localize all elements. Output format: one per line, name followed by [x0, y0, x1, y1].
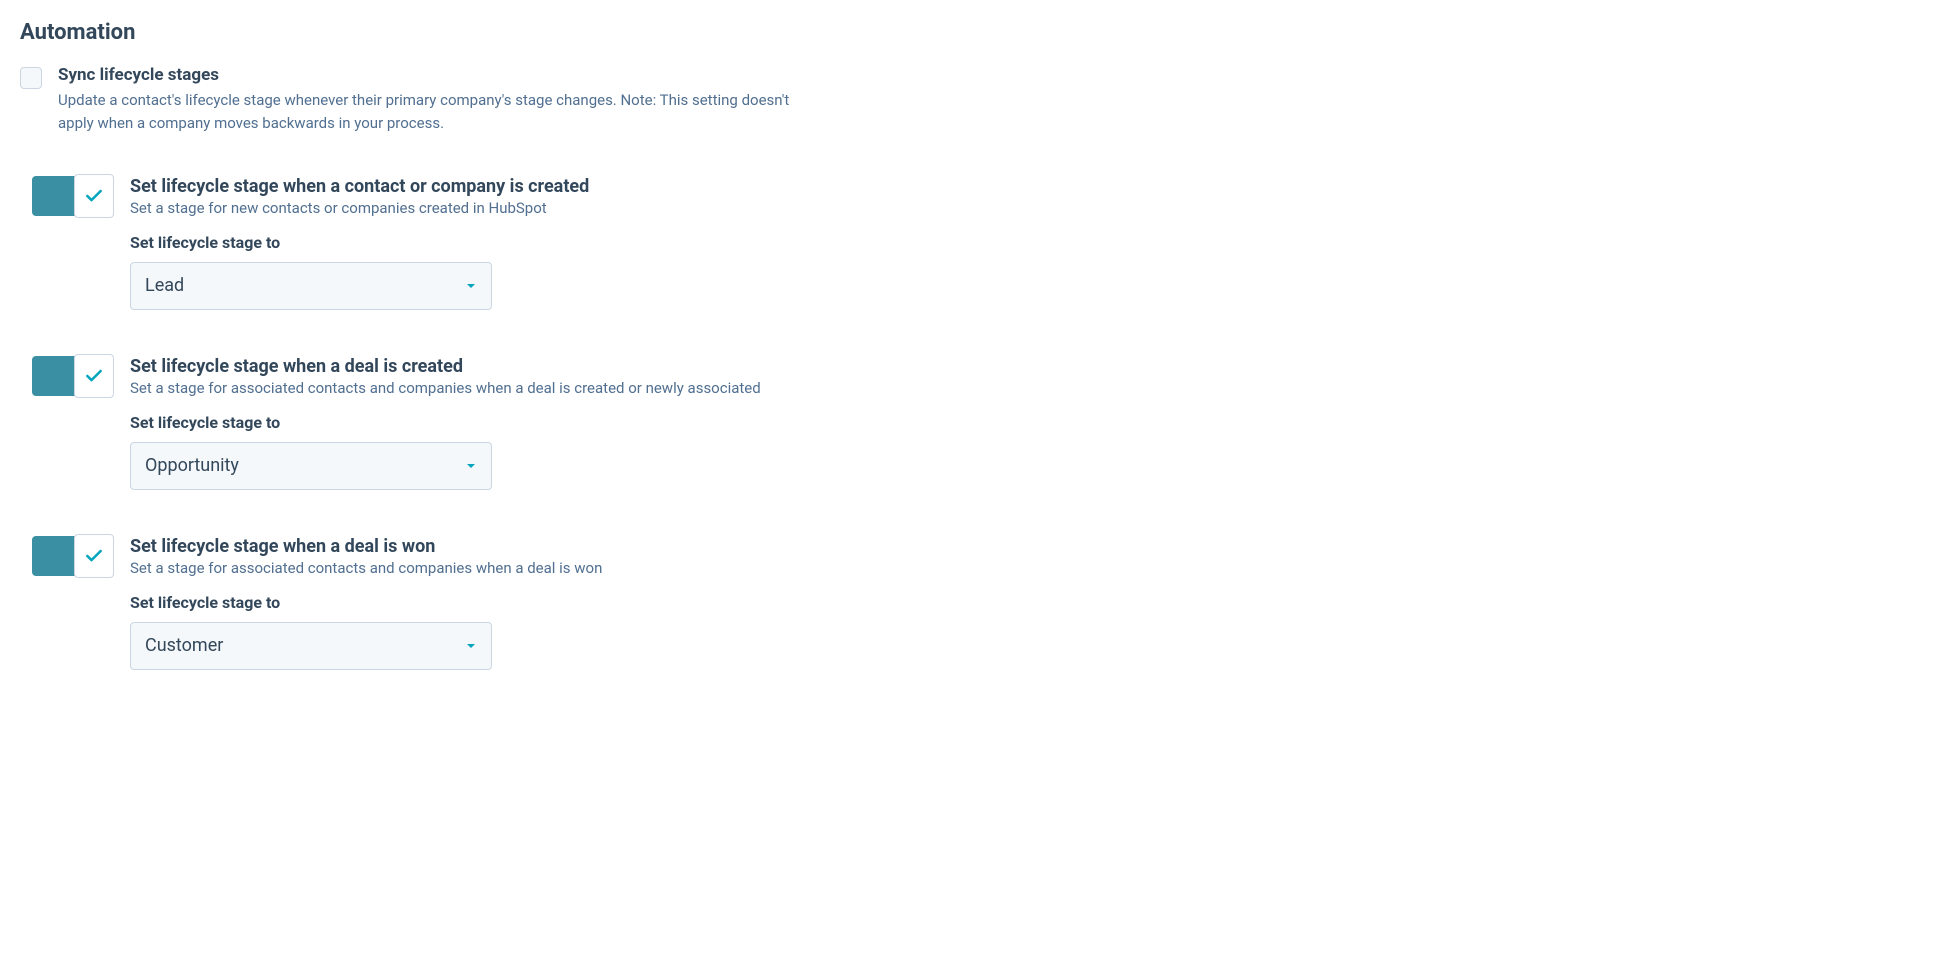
select-label: Set lifecycle stage to [130, 593, 1926, 612]
sync-title: Sync lifecycle stages [58, 65, 818, 85]
select-label: Set lifecycle stage to [130, 413, 1926, 432]
block-description: Set a stage for associated contacts and … [130, 379, 1926, 397]
sync-lifecycle-option: Sync lifecycle stages Update a contact's… [20, 65, 1926, 136]
check-icon [84, 366, 104, 386]
caret-down-icon [465, 640, 477, 652]
block-title: Set lifecycle stage when a deal is creat… [130, 356, 1926, 377]
caret-down-icon [465, 280, 477, 292]
lifecycle-stage-select-created[interactable]: Lead [130, 262, 492, 310]
select-label: Set lifecycle stage to [130, 233, 1926, 252]
block-content: Set lifecycle stage when a deal is creat… [130, 356, 1926, 490]
check-icon [84, 186, 104, 206]
caret-down-icon [465, 460, 477, 472]
toggle-knob [74, 174, 114, 218]
block-description: Set a stage for associated contacts and … [130, 559, 1926, 577]
check-icon [84, 546, 104, 566]
toggle-knob [74, 354, 114, 398]
block-description: Set a stage for new contacts or companie… [130, 199, 1926, 217]
toggle-knob [74, 534, 114, 578]
block-content: Set lifecycle stage when a contact or co… [130, 176, 1926, 310]
section-heading: Automation [20, 20, 1926, 45]
block-content: Set lifecycle stage when a deal is won S… [130, 536, 1926, 670]
block-title: Set lifecycle stage when a contact or co… [130, 176, 1926, 197]
toggle-contact-created[interactable] [32, 176, 112, 216]
block-title: Set lifecycle stage when a deal is won [130, 536, 1926, 557]
toggle-deal-won[interactable] [32, 536, 112, 576]
sync-checkbox[interactable] [20, 67, 42, 89]
lifecycle-stage-select-deal-created[interactable]: Opportunity [130, 442, 492, 490]
select-value: Opportunity [145, 455, 239, 476]
lifecycle-deal-created-block: Set lifecycle stage when a deal is creat… [32, 356, 1926, 490]
select-value: Customer [145, 635, 223, 656]
lifecycle-created-block: Set lifecycle stage when a contact or co… [32, 176, 1926, 310]
lifecycle-deal-won-block: Set lifecycle stage when a deal is won S… [32, 536, 1926, 670]
sync-description: Update a contact's lifecycle stage whene… [58, 89, 818, 136]
select-value: Lead [145, 275, 184, 296]
lifecycle-stage-select-deal-won[interactable]: Customer [130, 622, 492, 670]
sync-content: Sync lifecycle stages Update a contact's… [58, 65, 818, 136]
toggle-deal-created[interactable] [32, 356, 112, 396]
